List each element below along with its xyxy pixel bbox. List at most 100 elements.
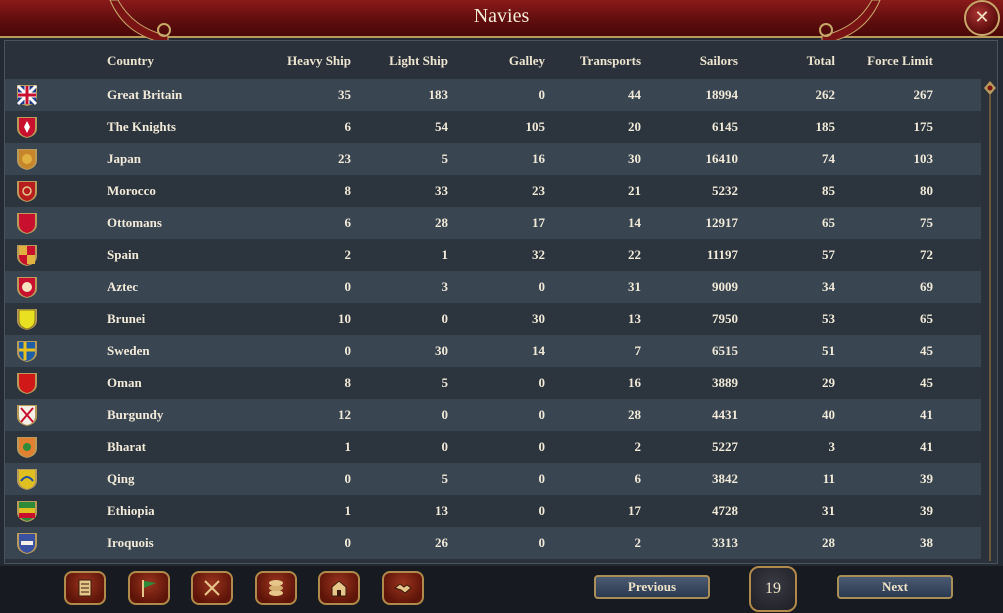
scrollbar-track[interactable] [989, 95, 991, 561]
cell-sailors: 9009 [712, 279, 738, 294]
diplomacy-button[interactable] [382, 571, 424, 605]
japan-flag-icon [17, 149, 37, 170]
qing-flag-icon [17, 469, 37, 490]
cell-heavy: 23 [338, 151, 351, 166]
close-button[interactable]: ✕ [964, 0, 1000, 36]
cell-heavy: 8 [344, 183, 352, 198]
cell-transports: 14 [628, 215, 641, 230]
cell-transports: 6 [634, 471, 642, 486]
cell-total: 51 [822, 343, 835, 358]
column-header-heavy-ship[interactable]: Heavy Ship [275, 53, 351, 69]
cell-country[interactable]: The Knights [107, 119, 267, 135]
table-row[interactable]: Spain 2 1 32 22 11197 57 72 [5, 239, 981, 271]
cell-country[interactable]: Qing [107, 471, 267, 487]
next-button[interactable]: Next [837, 575, 953, 599]
flag-button[interactable] [128, 571, 170, 605]
right-ornament-icon [819, 0, 881, 44]
cell-galley: 17 [532, 215, 545, 230]
cell-country[interactable]: Bharat [107, 439, 267, 455]
cell-force-limit: 41 [920, 407, 933, 422]
cell-country[interactable]: Iroquois [107, 535, 267, 551]
cell-sailors: 4431 [712, 407, 738, 422]
table-row[interactable]: Morocco 8 33 23 21 5232 85 80 [5, 175, 981, 207]
burgundy-flag-icon [17, 405, 37, 426]
cell-sailors: 3313 [712, 535, 738, 550]
cell-galley: 0 [538, 407, 546, 422]
cell-country[interactable]: Great Britain [107, 87, 267, 103]
cell-total: 85 [822, 183, 835, 198]
military-button[interactable] [191, 571, 233, 605]
cell-total: 40 [822, 407, 835, 422]
economy-button[interactable] [255, 571, 297, 605]
cell-heavy: 1 [344, 439, 352, 454]
ledger-icon [78, 579, 92, 597]
cell-country[interactable]: Oman [107, 375, 267, 391]
table-row[interactable]: Qing 0 5 0 6 3842 11 39 [5, 463, 981, 495]
table-body: Great Britain 35 183 0 44 18994 262 267 The Knig… [5, 79, 981, 559]
table-row[interactable]: Great Britain 35 183 0 44 18994 262 267 [5, 79, 981, 111]
table-row[interactable]: Japan 23 5 16 30 16410 74 103 [5, 143, 981, 175]
table-row[interactable]: Aztec 0 3 0 31 9009 34 69 [5, 271, 981, 303]
cell-country[interactable]: Sweden [107, 343, 267, 359]
cell-light: 5 [441, 151, 449, 166]
cell-light: 54 [435, 119, 448, 134]
cell-country[interactable]: Morocco [107, 183, 267, 199]
table-row[interactable]: Ottomans 6 28 17 14 12917 65 75 [5, 207, 981, 239]
cell-country[interactable]: Aztec [107, 279, 267, 295]
table-row[interactable]: The Knights 6 54 105 20 6145 185 175 [5, 111, 981, 143]
cell-sailors: 3842 [712, 471, 738, 486]
cell-country[interactable]: Brunei [107, 311, 267, 327]
cell-light: 5 [441, 375, 449, 390]
cell-sailors: 18994 [705, 87, 739, 102]
cell-heavy: 1 [344, 503, 352, 518]
cell-light: 30 [435, 343, 448, 358]
cell-total: 262 [815, 87, 836, 102]
table-row[interactable]: Bharat 1 0 0 2 5227 3 41 [5, 431, 981, 463]
cell-transports: 30 [628, 151, 641, 166]
cell-galley: 0 [538, 279, 546, 294]
column-header-force-limit[interactable]: Force Limit [855, 53, 933, 69]
cell-light: 0 [441, 407, 449, 422]
table-row[interactable]: Sweden 0 30 14 7 6515 51 45 [5, 335, 981, 367]
cell-country[interactable]: Ottomans [107, 215, 267, 231]
column-header-galley[interactable]: Galley [485, 53, 545, 69]
column-header-country[interactable]: Country [107, 53, 154, 69]
cell-country[interactable]: Japan [107, 151, 267, 167]
scrollbar[interactable] [984, 81, 996, 561]
cell-light: 26 [435, 535, 448, 550]
buildings-button[interactable] [318, 571, 360, 605]
cell-galley: 0 [538, 439, 546, 454]
table-row[interactable]: Iroquois 0 26 0 2 3313 28 38 [5, 527, 981, 559]
column-header-light-ship[interactable]: Light Ship [375, 53, 448, 69]
cell-total: 65 [822, 215, 835, 230]
cell-heavy: 0 [344, 535, 352, 550]
cell-galley: 14 [532, 343, 545, 358]
cell-heavy: 10 [338, 311, 351, 326]
cell-galley: 30 [532, 311, 545, 326]
scrollbar-thumb-icon[interactable] [984, 81, 996, 95]
table-row[interactable]: Brunei 10 0 30 13 7950 53 65 [5, 303, 981, 335]
cell-total: 57 [822, 247, 835, 262]
cell-country[interactable]: Spain [107, 247, 267, 263]
cell-transports: 31 [628, 279, 641, 294]
cell-transports: 21 [628, 183, 641, 198]
cell-country[interactable]: Burgundy [107, 407, 267, 423]
previous-button[interactable]: Previous [594, 575, 710, 599]
cell-total: 53 [822, 311, 835, 326]
cell-transports: 16 [628, 375, 641, 390]
ledger-button[interactable] [64, 571, 106, 605]
page-number: 19 [749, 566, 797, 612]
cell-total: 29 [822, 375, 835, 390]
cell-transports: 22 [628, 247, 641, 262]
table-row[interactable]: Oman 8 5 0 16 3889 29 45 [5, 367, 981, 399]
cell-country[interactable]: Ethiopia [107, 503, 267, 519]
coins-icon [269, 580, 283, 596]
column-header-total[interactable]: Total [775, 53, 835, 69]
table-row[interactable]: Burgundy 12 0 0 28 4431 40 41 [5, 399, 981, 431]
cell-force-limit: 72 [920, 247, 933, 262]
sweden-flag-icon [17, 341, 37, 362]
cell-total: 31 [822, 503, 835, 518]
table-row[interactable]: Ethiopia 1 13 0 17 4728 31 39 [5, 495, 981, 527]
column-header-transports[interactable]: Transports [565, 53, 641, 69]
column-header-sailors[interactable]: Sailors [675, 53, 738, 69]
